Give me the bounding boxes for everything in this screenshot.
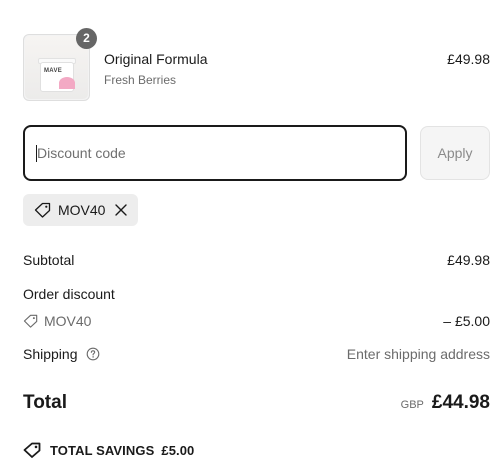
line-item: MAVE 2 Original Formula Fresh Berries £4… xyxy=(23,28,490,102)
close-icon[interactable] xyxy=(114,203,128,217)
total-savings: TOTAL SAVINGS £5.00 xyxy=(23,442,194,458)
shipping-label: Shipping xyxy=(23,346,78,362)
savings-value: £5.00 xyxy=(161,442,195,458)
jar: MAVE xyxy=(40,62,75,92)
applied-code-label: MOV40 xyxy=(58,202,106,218)
text-caret xyxy=(36,145,37,162)
help-circle-icon[interactable] xyxy=(86,347,100,361)
total-amount: GBP £44.98 xyxy=(401,392,490,414)
jar-accent xyxy=(59,77,75,89)
product-variant: Fresh Berries xyxy=(104,73,177,87)
savings-label: TOTAL SAVINGS xyxy=(50,442,155,458)
order-discount-code: MOV40 xyxy=(23,313,91,329)
quantity-badge: 2 xyxy=(76,28,97,49)
order-discount-label: Order discount xyxy=(23,286,115,302)
applied-discount-chip: MOV40 xyxy=(23,194,138,226)
product-price: £49.98 xyxy=(447,51,490,67)
shipping-value: Enter shipping address xyxy=(346,346,490,362)
apply-button[interactable]: Apply xyxy=(420,126,490,180)
total-value: £44.98 xyxy=(431,392,490,413)
product-name: Original Formula xyxy=(104,51,208,67)
tag-icon xyxy=(34,202,52,218)
tag-icon xyxy=(23,442,42,458)
shipping-row-label: Shipping xyxy=(23,346,100,362)
subtotal-value: £49.98 xyxy=(447,252,490,268)
jar-label: MAVE xyxy=(44,68,63,74)
order-discount-code-label: MOV40 xyxy=(44,313,92,329)
total-label: Total xyxy=(23,392,67,413)
order-discount-value: – £5.00 xyxy=(443,313,490,329)
discount-code-input[interactable] xyxy=(23,125,407,181)
tag-icon xyxy=(23,314,39,328)
currency-code: GBP xyxy=(400,399,424,411)
subtotal-label: Subtotal xyxy=(23,252,75,268)
product-thumbnail: MAVE 2 xyxy=(23,28,97,101)
